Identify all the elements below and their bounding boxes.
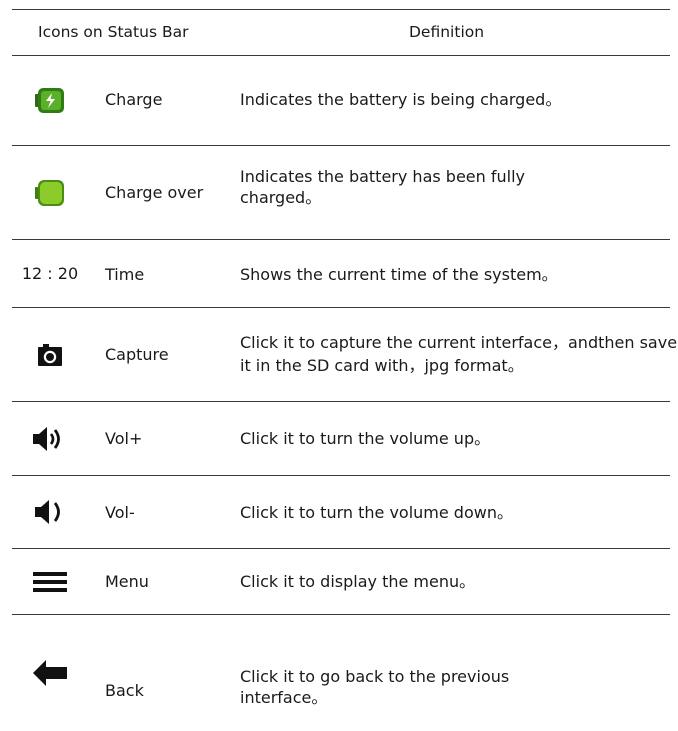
vol-minus-definition: Click it to turn the volume down。 xyxy=(240,503,513,522)
charge-over-definition: Indicates the battery has been fully cha… xyxy=(240,167,525,207)
camera-icon xyxy=(38,343,62,366)
charge-definition: Indicates the battery is being charged。 xyxy=(240,90,562,109)
row-divider xyxy=(12,548,670,549)
row-divider xyxy=(12,307,670,308)
menu-icon xyxy=(33,571,67,592)
table-row-menu-icon xyxy=(0,549,100,614)
row-divider xyxy=(12,614,670,615)
vol-minus-label: Vol- xyxy=(105,503,135,522)
row-divider xyxy=(12,475,670,476)
menu-label: Menu xyxy=(105,572,149,591)
row-divider xyxy=(12,401,670,402)
row-divider xyxy=(12,239,670,240)
time-definition: Shows the current time of the system。 xyxy=(240,265,558,284)
back-label: Back xyxy=(105,681,144,700)
vol-plus-definition: Click it to turn the volume up。 xyxy=(240,429,491,448)
time-label: Time xyxy=(105,265,145,284)
volume-up-icon xyxy=(33,426,60,451)
charge-over-label: Charge over xyxy=(105,183,204,202)
row-divider xyxy=(12,145,670,146)
clock-readout: 12 : 20 xyxy=(21,264,79,283)
table-top-border xyxy=(12,9,670,10)
table-row-charge-over-icon xyxy=(0,146,100,239)
table-row-time-icon: 12 : 20 xyxy=(0,240,100,307)
table-row-charge-icon xyxy=(0,56,100,145)
header-divider xyxy=(12,55,670,56)
battery-charging-icon xyxy=(35,88,64,113)
capture-label: Capture xyxy=(105,345,169,364)
table-row-volume-down-icon xyxy=(0,476,100,548)
vol-plus-label: Vol+ xyxy=(105,429,143,448)
charge-label: Charge xyxy=(105,90,163,109)
table-row-volume-up-icon xyxy=(0,402,100,475)
battery-full-icon xyxy=(35,179,64,206)
back-arrow-icon xyxy=(33,660,67,686)
header-definition-column: Definition xyxy=(409,23,485,41)
capture-definition: Click it to capture the current interfac… xyxy=(240,333,678,375)
header-icons-column: Icons on Status Bar xyxy=(38,23,189,41)
volume-down-icon xyxy=(35,500,60,524)
menu-definition: Click it to display the menu。 xyxy=(240,572,476,591)
back-definition: Click it to go back to the previous inte… xyxy=(240,667,510,707)
table-row-back-icon xyxy=(0,615,100,731)
table-row-capture-icon xyxy=(0,308,100,401)
